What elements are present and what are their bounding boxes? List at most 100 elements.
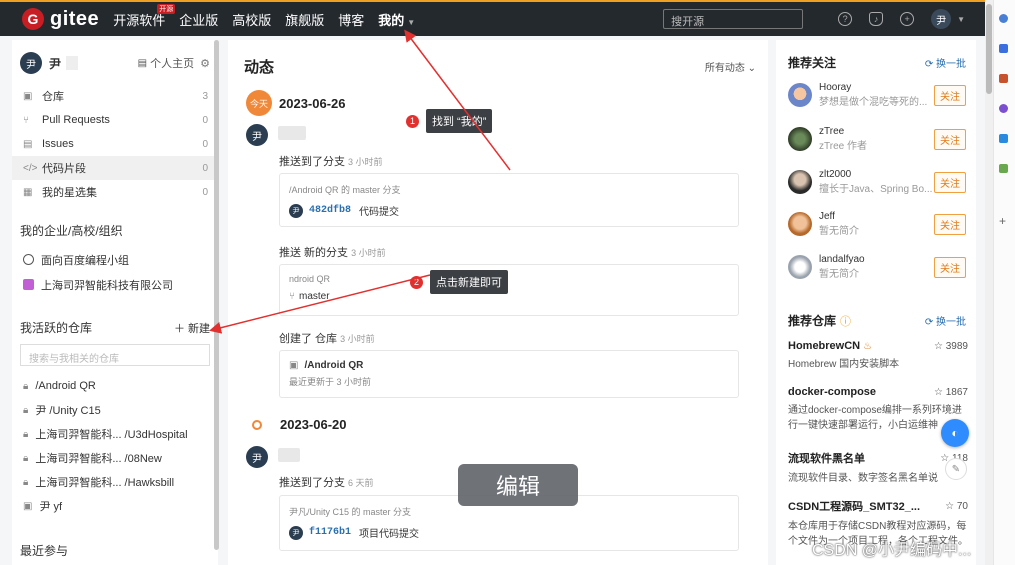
gitee-logo[interactable]: G gitee [22,8,99,31]
event-card[interactable]: /Android QR 的 master 分支 尹 482dfb8 代码提交 [279,173,739,227]
sidebar-item-issues[interactable]: ▤ Issues 0 [12,132,218,156]
recommend-repo-name[interactable]: CSDN工程源码_SMT32_... [788,498,920,514]
commit-sha-link[interactable]: 482dfb8 [309,205,351,216]
follow-button[interactable]: 关注 [934,128,966,150]
recommend-user-desc: 擅长于Java、Spring Bo... [819,184,933,195]
add-icon[interactable]: + [999,214,1006,228]
avatar[interactable] [788,83,812,107]
commit-sha-link[interactable]: f1176b1 [309,527,351,538]
extension-icon[interactable] [999,44,1008,53]
briefcase-icon[interactable] [999,74,1008,83]
page-title: 动态 [244,59,275,76]
recommend-user-desc: zTree 作者 [819,141,867,152]
blurred-name [278,126,306,140]
nav-mine[interactable]: 我的 ▼ [378,10,415,29]
card-branch-text: /Android QR 的 master 分支 [289,185,401,195]
homepage-link[interactable]: ▤ 个人主页 [138,55,194,71]
blurred-name [278,448,300,462]
event-action: 推送到了分支 3 小时前 [279,156,383,168]
recommend-user-name[interactable]: landalfyao [819,254,934,265]
nav-open-source[interactable]: 开源软件 开源 [113,3,176,29]
csdn-watermark: CSDN @小尹编码中... [812,542,972,559]
user-avatar-menu[interactable]: 尹 [931,9,952,29]
sidebar-scrollbar[interactable] [214,40,219,550]
follow-button[interactable]: 关注 [934,256,966,278]
avatar[interactable]: 尹 [246,124,268,146]
branch-name[interactable]: master [299,291,330,302]
avatar: 尹 [289,203,303,218]
list-item[interactable]: 🔒︎ 上海司羿智能科... /Hawksbill [12,470,218,494]
gear-icon[interactable]: ⚙ [200,57,210,70]
star-count[interactable]: ☆ 3989 [934,341,968,352]
avatar[interactable] [788,170,812,194]
new-repo-button[interactable]: ＋ 新建 [174,320,210,336]
nav-blog[interactable]: 博客 [338,10,364,29]
star-count[interactable]: ☆ 70 [945,501,968,512]
search-input[interactable]: 搜开源 [663,9,804,29]
avatar[interactable] [788,255,812,279]
enterprise-icon [23,279,34,290]
avatar[interactable] [788,212,812,236]
follow-button[interactable]: 关注 [934,84,966,106]
avatar-chevron-down-icon[interactable]: ▼ [957,15,965,24]
sidebar-item-star-collections[interactable]: ▦ 我的星选集 0 [12,180,218,204]
recommend-repo-name[interactable]: 流现软件黑名单 [788,450,865,466]
star-count[interactable]: ☆ 1867 [934,387,968,398]
sidebar-item-repos[interactable]: ▣ 仓库 3 [12,84,218,108]
nav-open-source-badge: 开源 [157,3,176,14]
event-action: 创建了 仓库 3 小时前 [279,333,375,345]
recommend-user-name[interactable]: zlt2000 [819,169,934,180]
page-scrollbar[interactable] [985,0,993,565]
active-repos-title: 我活跃的仓库 ＋ 新建 [20,320,210,336]
refresh-repos-button[interactable]: ⟳ 换一批 [925,313,966,328]
repo-icon: ▣ [289,360,299,371]
nav-university[interactable]: 高校版 [232,10,271,29]
list-item[interactable]: ▣ 尹 yf [12,494,218,518]
sidebar-item-snippets[interactable]: </> 代码片段 0 [12,156,218,180]
page-scrollbar-thumb[interactable] [986,4,992,94]
follow-button[interactable]: 关注 [934,171,966,193]
event-card[interactable]: ndroid QR ⑂ master [279,264,739,316]
event-card[interactable]: ▣ /Android QR 最近更新于 3 小时前 [279,350,739,398]
user-name[interactable]: 尹 [49,55,61,72]
list-item[interactable]: 🔒︎ 上海司羿智能科... /08New [12,446,218,470]
follow-button[interactable]: 关注 [934,213,966,235]
lock-icon: 🔒︎ [23,380,29,392]
edit-overlay-button[interactable]: 编辑 [458,464,578,506]
outlook-icon[interactable] [999,134,1008,143]
list-item[interactable]: 🔒︎ 尹 /Unity C15 [12,398,218,422]
search-icon[interactable] [999,14,1008,23]
day-date: 2023-06-20 [280,417,347,432]
list-item[interactable]: 🔒︎/Android QR [12,374,218,398]
nav-flagship[interactable]: 旗舰版 [285,10,324,29]
avatar[interactable] [788,127,812,151]
branch-icon: ⑂ [289,291,295,302]
recommend-user-name[interactable]: zTree [819,126,934,137]
recommend-repo-name[interactable]: docker-compose [788,386,876,398]
org-item[interactable]: 上海司羿智能科技有限公司 [12,272,218,297]
list-item[interactable]: 🔒︎ 上海司羿智能科... /U3dHospital [12,422,218,446]
activity-filter-dropdown[interactable]: 所有动态 ⌄ [705,59,756,74]
bell-icon[interactable]: ♪ [869,12,884,26]
recommend-user-name[interactable]: Jeff [819,211,934,222]
nav-enterprise[interactable]: 企业版 [179,10,218,29]
help-icon[interactable]: ? [838,12,853,26]
avatar[interactable]: 尹 [246,446,268,468]
recommend-repo-name[interactable]: HomebrewCN [788,340,860,352]
recommend-user-desc: 梦想是做个混吃等死的... [819,97,928,108]
repo-search-input[interactable]: 搜索与我相关的仓库 [20,344,210,366]
add-icon[interactable]: + [900,12,915,26]
extension-icon[interactable] [999,164,1008,173]
assistant-float-button[interactable]: ◐ [941,419,969,447]
recommend-repo: HomebrewCN ♨ ☆ 3989 Homebrew 国内安装脚本 [788,340,968,372]
recommend-user-name[interactable]: Hooray [819,82,934,93]
feedback-float-button[interactable]: ✎ [945,458,967,480]
extension-icon[interactable] [999,104,1008,113]
sidebar-item-pull-requests[interactable]: ⑂ Pull Requests 0 [12,108,218,132]
question-icon[interactable]: ⓘ [840,313,851,329]
step-number: 2 [410,275,423,289]
org-item[interactable]: 面向百度编程小组 [12,247,218,272]
avatar[interactable]: 尹 [20,52,42,74]
refresh-users-button[interactable]: ⟳ 换一批 [925,55,966,70]
repo-link[interactable]: /Android QR [304,360,363,371]
